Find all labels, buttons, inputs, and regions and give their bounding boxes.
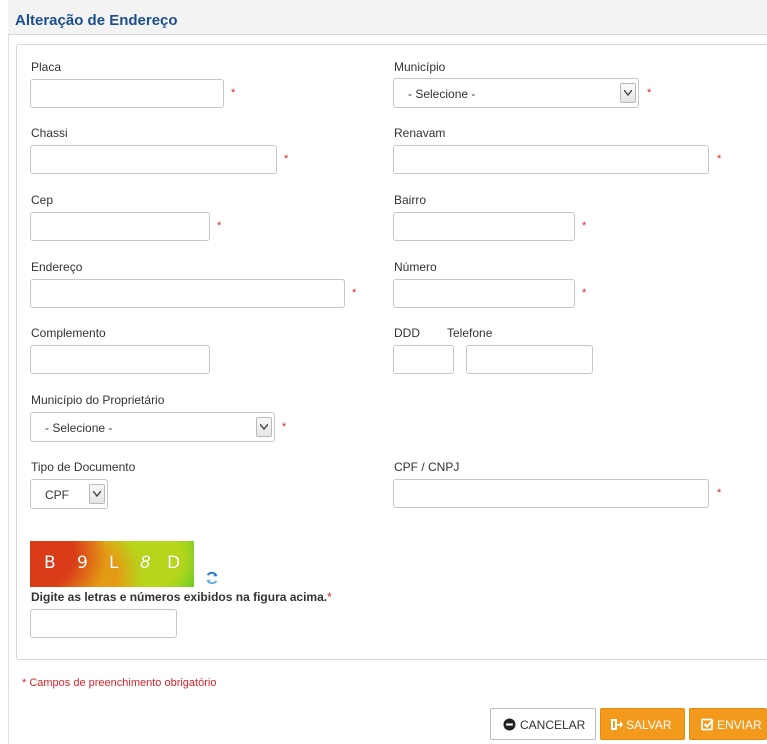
cancel-button[interactable]: CANCELAR xyxy=(490,708,596,740)
required-mark: * xyxy=(582,220,587,232)
save-button[interactable]: SALVAR xyxy=(600,708,685,740)
tipo-documento-label: Tipo de Documento xyxy=(31,460,136,474)
mandatory-note: * Campos de preenchimento obrigatório xyxy=(22,677,217,689)
required-mark: * xyxy=(647,87,652,99)
captcha-input[interactable] xyxy=(30,609,177,638)
cep-label: Cep xyxy=(31,193,54,207)
placa-input[interactable] xyxy=(30,79,224,108)
check-square-icon xyxy=(701,718,714,734)
captcha-char: 9 xyxy=(77,553,88,573)
complemento-input[interactable] xyxy=(30,345,210,374)
complemento-label: Complemento xyxy=(31,326,106,340)
municipio-selected: - Selecione - xyxy=(408,87,476,101)
captcha-instruction-text: Digite as letras e números exibidos na f… xyxy=(31,590,328,604)
save-label: SALVAR xyxy=(626,718,672,732)
bairro-input[interactable] xyxy=(393,212,575,241)
required-mark: * xyxy=(717,487,722,499)
chevron-down-icon xyxy=(256,417,272,437)
captcha-instruction: Digite as letras e números exibidos na f… xyxy=(31,590,332,604)
cpf-cnpj-label: CPF / CNPJ xyxy=(394,460,460,474)
ddd-input[interactable] xyxy=(393,345,454,374)
send-button[interactable]: ENVIAR xyxy=(689,708,767,740)
chevron-down-icon xyxy=(620,83,636,103)
municipio-proprietario-select[interactable]: - Selecione - xyxy=(30,412,275,442)
captcha-char: 8 xyxy=(140,553,151,573)
cep-input[interactable] xyxy=(30,212,210,241)
municipio-proprietario-selected: - Selecione - xyxy=(45,421,113,435)
endereco-input[interactable] xyxy=(30,279,345,308)
chassi-label: Chassi xyxy=(31,126,68,140)
tipo-documento-select[interactable]: CPF xyxy=(30,479,108,509)
chassi-input[interactable] xyxy=(30,145,277,174)
required-mark: * xyxy=(717,153,722,165)
telefone-label: Telefone xyxy=(447,326,493,340)
required-mark: * xyxy=(582,287,587,299)
numero-input[interactable] xyxy=(393,279,575,308)
refresh-icon[interactable] xyxy=(205,571,219,585)
page-title: Alteração de Endereço xyxy=(15,12,178,29)
cancel-circle-icon xyxy=(503,718,516,734)
municipio-select[interactable]: - Selecione - xyxy=(393,78,639,108)
required-mark: * xyxy=(352,287,357,299)
required-mark: * xyxy=(231,87,236,99)
ddd-label: DDD xyxy=(394,326,420,340)
renavam-input[interactable] xyxy=(393,145,709,174)
required-mark: * xyxy=(282,421,287,433)
telefone-input[interactable] xyxy=(466,345,593,374)
cpf-cnpj-input[interactable] xyxy=(393,479,709,508)
required-mark: * xyxy=(284,153,289,165)
renavam-label: Renavam xyxy=(394,126,446,140)
captcha-char: L xyxy=(109,553,119,573)
bairro-label: Bairro xyxy=(394,193,427,207)
page-header: Alteração de Endereço xyxy=(8,0,767,35)
chevron-down-icon xyxy=(89,484,105,504)
placa-label: Placa xyxy=(31,60,62,74)
required-mark: * xyxy=(327,590,332,604)
save-icon xyxy=(610,718,624,734)
numero-label: Número xyxy=(394,260,437,274)
captcha-char: B xyxy=(44,553,56,573)
tipo-documento-selected: CPF xyxy=(45,488,69,502)
captcha-image: B 9 L 8 D xyxy=(30,541,194,587)
required-mark: * xyxy=(217,220,222,232)
endereco-label: Endereço xyxy=(31,260,83,274)
send-label: ENVIAR xyxy=(717,718,762,732)
captcha-char: D xyxy=(167,553,181,573)
municipio-label: Município xyxy=(394,60,446,74)
municipio-proprietario-label: Município do Proprietário xyxy=(31,393,165,407)
cancel-label: CANCELAR xyxy=(520,718,586,732)
